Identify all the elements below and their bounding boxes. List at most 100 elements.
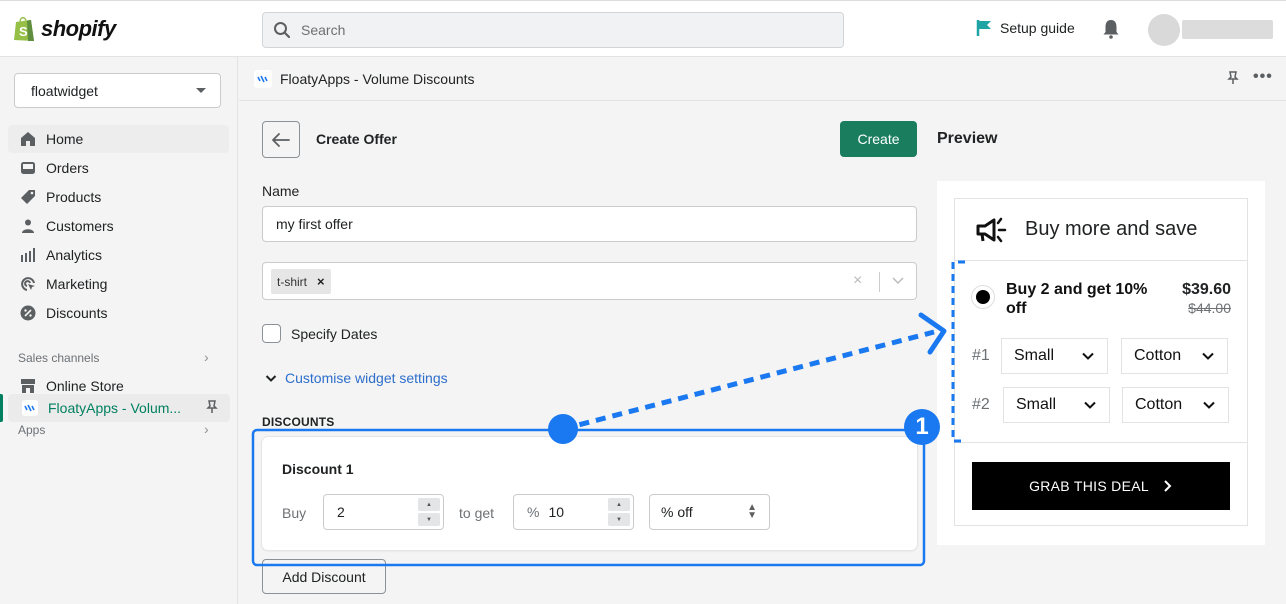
widget-header: Buy more and save <box>955 199 1247 261</box>
search-bar[interactable] <box>262 12 844 48</box>
quantity-stepper[interactable]: ▲ ▼ <box>418 498 440 526</box>
chevron-down-icon <box>265 375 277 382</box>
volume-discount-widget: Buy more and save Buy 2 and get 10% off … <box>954 198 1248 526</box>
home-icon <box>20 131 36 147</box>
apps-chevron-icon[interactable]: › <box>204 421 209 437</box>
discount-icon <box>20 305 36 321</box>
shopify-logo[interactable]: S shopify <box>13 15 116 43</box>
decrement-icon[interactable]: ▼ <box>418 513 440 526</box>
discount-amount-input[interactable]: % 10 ▲ ▼ <box>513 494 634 530</box>
sidebar-item-marketing[interactable]: Marketing <box>8 270 229 298</box>
increment-icon[interactable]: ▲ <box>418 498 440 511</box>
sidebar-item-label: Discounts <box>46 305 108 321</box>
megaphone-icon <box>976 217 1007 242</box>
sidebar-item-label: Customers <box>46 218 114 234</box>
user-avatar[interactable] <box>1148 14 1180 46</box>
size-select[interactable]: Small <box>1001 338 1108 374</box>
search-input[interactable] <box>301 22 801 38</box>
checkbox[interactable] <box>262 324 281 343</box>
increment-icon[interactable]: ▲ <box>608 498 630 511</box>
sidebar-item-label: Analytics <box>46 247 103 263</box>
sidebar-item-floatyapps[interactable]: FloatyApps - Volum... <box>8 394 230 422</box>
grab-deal-label: GRAB THIS DEAL <box>1029 478 1149 494</box>
discount-type-value: % off <box>661 504 693 520</box>
sidebar-item-home[interactable]: Home <box>8 125 229 153</box>
customise-widget-toggle[interactable]: Customise widget settings <box>265 370 448 386</box>
discounted-price: $39.60 <box>1182 281 1231 298</box>
sidebar-item-customers[interactable]: Customers <box>8 212 229 240</box>
name-input[interactable] <box>262 206 917 242</box>
chevron-down-icon <box>1203 401 1215 409</box>
variant-label: #1 <box>972 347 990 364</box>
discount-title: Discount 1 <box>282 461 354 477</box>
app-title-bar: FloatyApps - Volume Discounts ••• <box>239 58 1286 101</box>
sidebar-item-label: Products <box>46 189 102 205</box>
orders-icon <box>20 160 36 176</box>
material-select[interactable]: Cotton <box>1122 387 1229 423</box>
apps-heading: Apps <box>18 423 46 437</box>
add-discount-button[interactable]: Add Discount <box>262 559 386 594</box>
preview-panel: Buy more and save Buy 2 and get 10% off … <box>937 181 1265 545</box>
specify-dates-label: Specify Dates <box>291 325 378 342</box>
divider <box>879 272 880 292</box>
app-title: FloatyApps - Volume Discounts <box>280 71 475 87</box>
arrow-left-icon <box>272 132 290 147</box>
chevron-right-icon <box>1164 480 1172 492</box>
person-icon <box>20 218 36 234</box>
brand-name: shopify <box>41 16 116 41</box>
floatyapps-logo-icon <box>254 70 272 88</box>
sidebar-item-discounts[interactable]: Discounts <box>8 299 229 327</box>
specify-dates-checkbox[interactable]: Specify Dates <box>262 324 377 343</box>
target-icon <box>20 276 36 292</box>
widget-heading: Buy more and save <box>1025 218 1198 240</box>
remove-tag-icon[interactable]: × <box>317 274 325 289</box>
variant-label: #2 <box>972 396 990 413</box>
sidebar: floatwidget Home Orders Products Custome… <box>0 57 238 604</box>
flag-icon <box>976 20 991 36</box>
sidebar-item-analytics[interactable]: Analytics <box>8 241 229 269</box>
caret-down-icon <box>196 88 206 93</box>
more-actions-icon[interactable]: ••• <box>1253 68 1273 86</box>
sales-channels-heading: Sales channels <box>18 351 100 365</box>
grab-deal-button[interactable]: GRAB THIS DEAL <box>972 462 1230 510</box>
size-select[interactable]: Small <box>1003 387 1110 423</box>
store-icon <box>20 378 36 394</box>
decrement-icon[interactable]: ▼ <box>608 513 630 526</box>
tier-radio[interactable] <box>971 285 995 309</box>
pin-icon[interactable] <box>1227 71 1239 88</box>
discount-type-select[interactable]: % off ▲ ▼ <box>649 494 770 530</box>
user-name-redacted[interactable] <box>1182 20 1273 39</box>
notifications-button[interactable] <box>1102 19 1120 44</box>
svg-text:S: S <box>19 24 28 39</box>
sidebar-item-orders[interactable]: Orders <box>8 154 229 182</box>
pin-icon[interactable] <box>206 400 218 417</box>
tag-icon <box>20 189 36 205</box>
size-value: Small <box>1014 347 1055 364</box>
name-label: Name <box>262 183 300 199</box>
product-tag: t-shirt × <box>271 269 331 294</box>
amount-stepper[interactable]: ▲ ▼ <box>608 498 630 526</box>
percent-prefix: % <box>527 504 540 520</box>
material-select[interactable]: Cotton <box>1121 338 1228 374</box>
setup-guide-link[interactable]: Setup guide <box>976 19 1075 37</box>
sidebar-item-products[interactable]: Products <box>8 183 229 211</box>
discounts-heading: DISCOUNTS <box>262 415 335 429</box>
material-value: Cotton <box>1135 396 1183 413</box>
floatyapps-logo-icon <box>22 400 38 416</box>
buy-quantity-value: 2 <box>337 504 345 520</box>
chevron-down-icon <box>1084 401 1096 409</box>
sidebar-item-label: Online Store <box>46 378 124 394</box>
store-selector[interactable]: floatwidget <box>14 73 221 108</box>
discount-tier[interactable]: Buy 2 and get 10% off $39.60 $44.00 #1 S… <box>955 261 1247 443</box>
active-app-indicator <box>0 394 3 422</box>
sales-channels-chevron-icon[interactable]: › <box>204 349 209 365</box>
back-button[interactable] <box>262 121 300 158</box>
customise-widget-label: Customise widget settings <box>285 370 448 386</box>
tier-description: Buy 2 and get 10% off <box>1006 281 1148 317</box>
product-selector[interactable]: t-shirt × × <box>262 262 917 300</box>
original-price: $44.00 <box>1188 300 1231 316</box>
buy-quantity-input[interactable]: 2 ▲ ▼ <box>323 494 444 530</box>
chevron-down-icon[interactable] <box>891 273 905 292</box>
create-button[interactable]: Create <box>840 121 917 157</box>
clear-icon[interactable]: × <box>853 272 862 290</box>
